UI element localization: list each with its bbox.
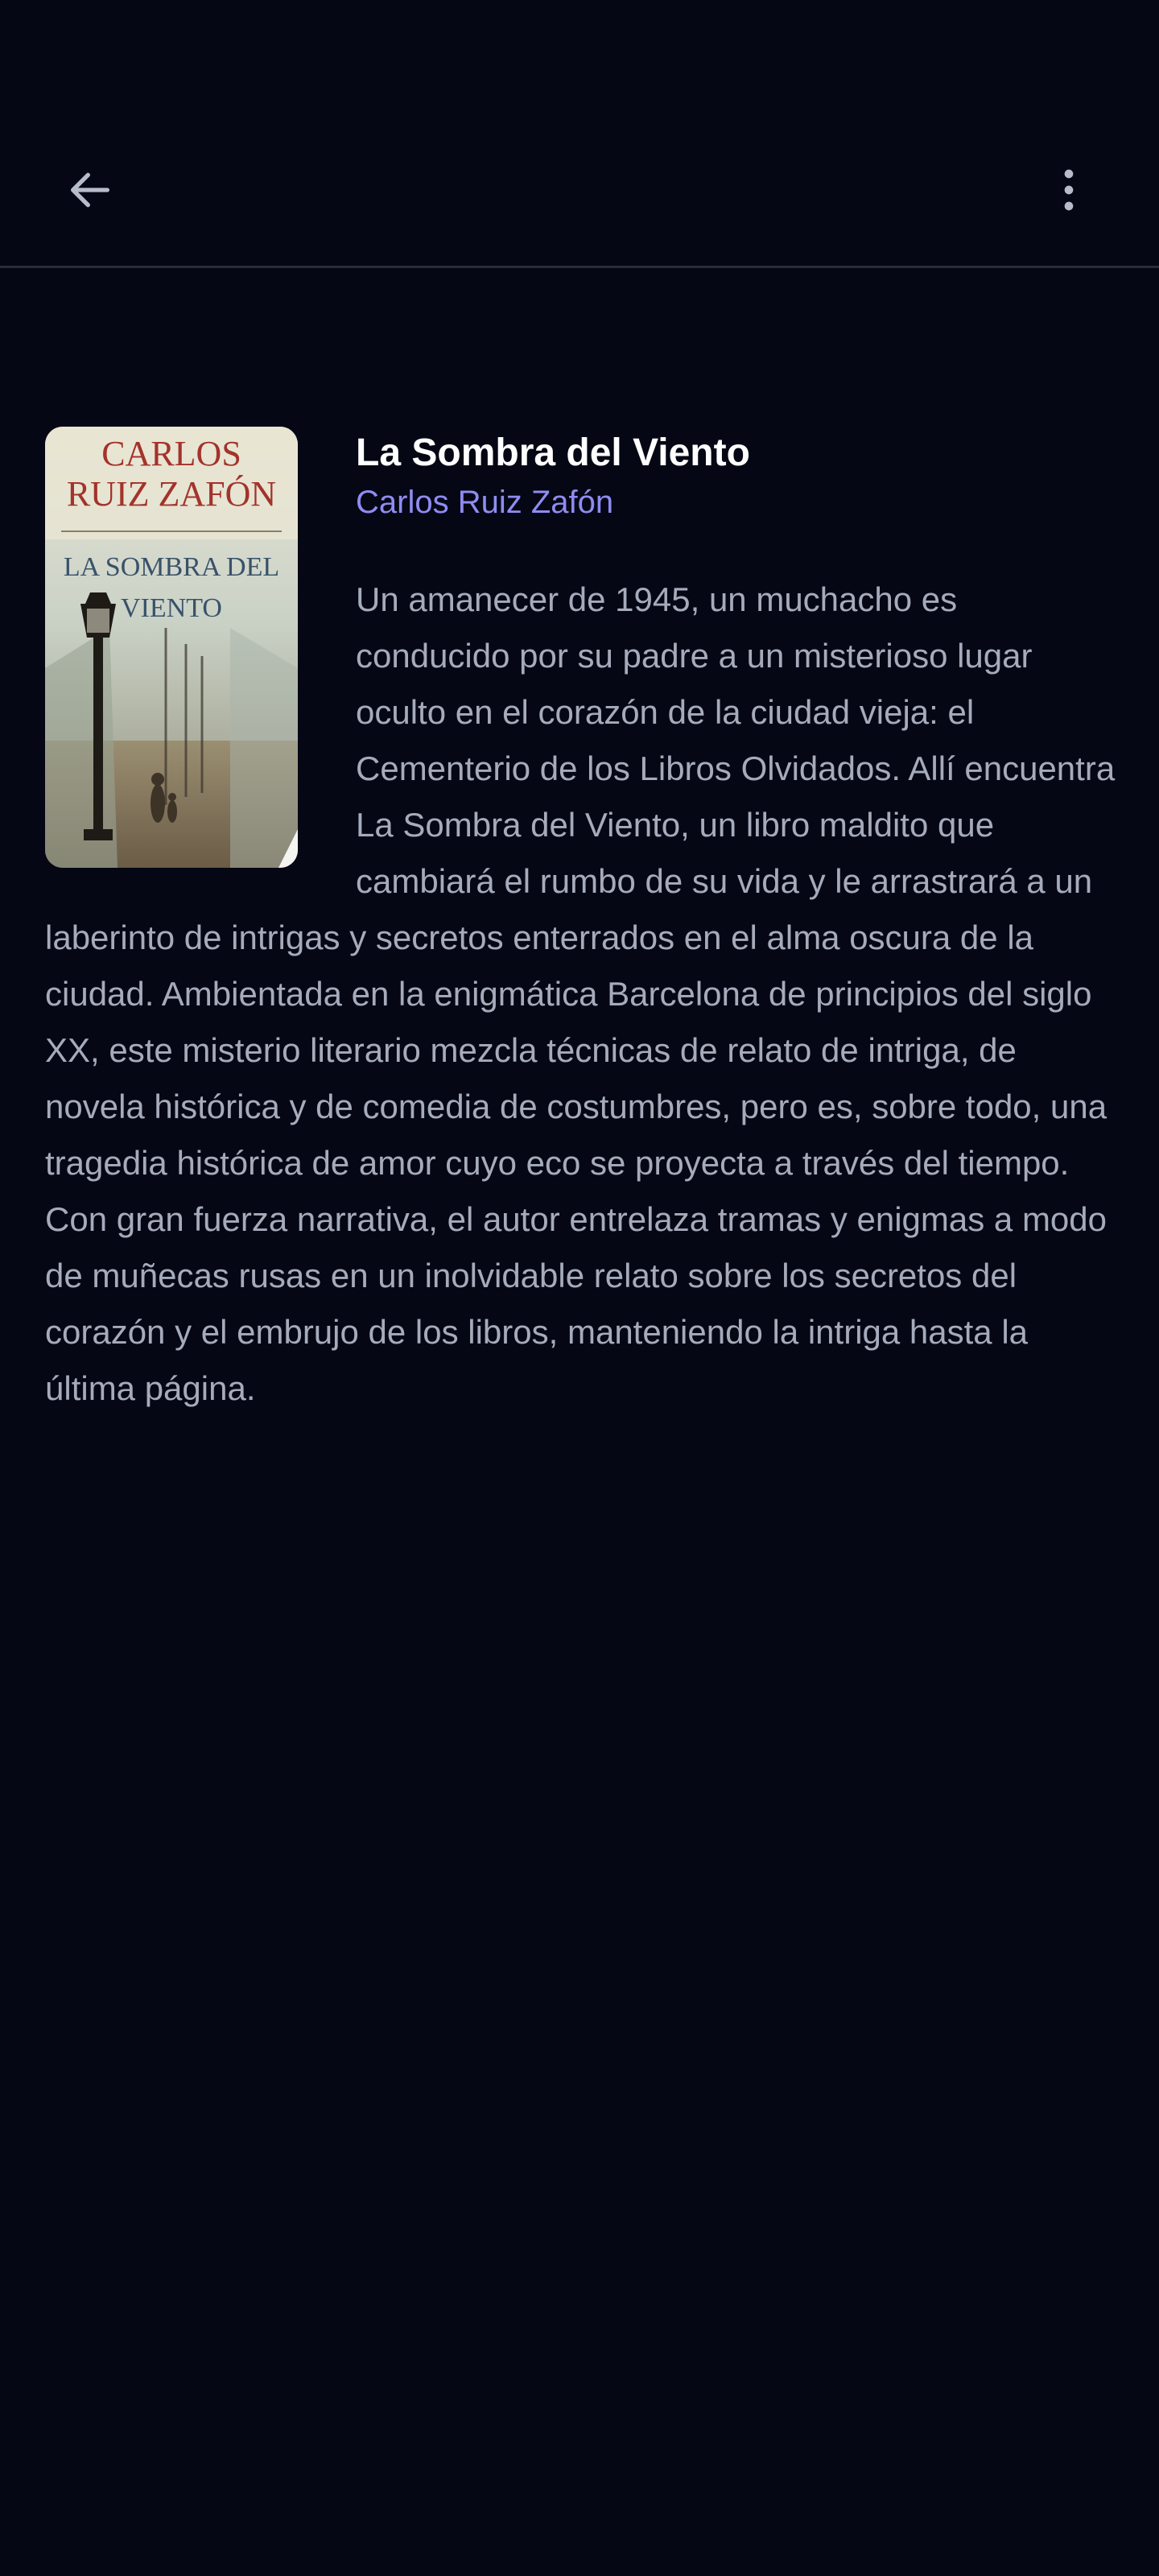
- back-button[interactable]: [53, 153, 127, 227]
- cover-author-line-2: RUIZ ZAFÓN: [67, 474, 276, 514]
- cover-author-line-1: CARLOS: [101, 434, 241, 473]
- more-options-button[interactable]: [1032, 153, 1106, 227]
- top-app-bar: [0, 0, 1159, 268]
- more-vertical-icon: [1064, 169, 1074, 211]
- arrow-left-icon: [71, 172, 109, 208]
- cover-title-line-2: VIENTO: [121, 593, 222, 623]
- book-detail: CARLOS RUIZ ZAFÓN LA SOMBRA DEL VIENTO L…: [45, 427, 1116, 1417]
- book-cover-image: CARLOS RUIZ ZAFÓN LA SOMBRA DEL VIENTO: [45, 427, 298, 868]
- cover-title-line-1: LA SOMBRA DEL: [64, 552, 279, 582]
